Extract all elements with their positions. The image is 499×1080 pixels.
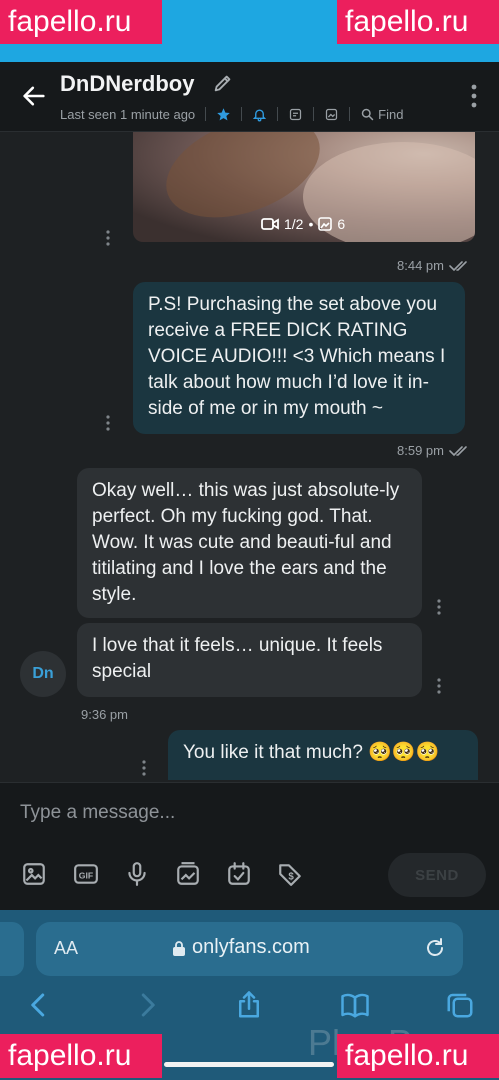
send-button[interactable]: SEND: [388, 853, 486, 897]
reload-icon[interactable]: [423, 936, 447, 960]
photo-count: 6: [337, 216, 346, 232]
message-options-icon[interactable]: [437, 599, 441, 615]
previous-tab-peek[interactable]: [0, 922, 24, 976]
gallery-icon[interactable]: [324, 107, 339, 122]
message-input[interactable]: [20, 799, 460, 827]
watermark-top-right: fapello.ru: [337, 0, 499, 44]
schedule-calendar-icon[interactable]: [226, 861, 252, 887]
outgoing-message-bubble[interactable]: P.S! Purchasing the set above you receiv…: [133, 282, 465, 434]
divider: [241, 107, 243, 121]
message-options-icon[interactable]: [106, 415, 110, 431]
message-options-icon[interactable]: [106, 230, 110, 246]
star-icon[interactable]: [216, 107, 231, 122]
watermark-top-left: fapello.ru: [0, 0, 162, 44]
message-text: P.S! Purchasing the set above you receiv…: [148, 294, 446, 419]
find-label: Find: [378, 106, 404, 122]
search-icon: [361, 108, 374, 120]
chat-header: DnDNerdboy Last seen 1 minute ago Find: [0, 62, 499, 132]
double-check-icon: [449, 445, 467, 456]
avatar[interactable]: Dn: [20, 651, 66, 697]
divider: [349, 107, 351, 121]
image-upload-icon[interactable]: [21, 861, 47, 887]
double-check-icon: [449, 260, 467, 271]
message-text: You like it that much? 🥺🥺🥺: [183, 742, 440, 763]
more-menu-icon[interactable]: [471, 84, 477, 108]
edit-pencil-icon[interactable]: [212, 72, 234, 94]
text-size-label: AA: [54, 938, 79, 958]
time-label: 8:59 pm: [397, 443, 444, 458]
divider: [277, 107, 279, 121]
forward-nav-icon[interactable]: [132, 990, 162, 1020]
message-time: 9:36 pm: [81, 707, 128, 722]
video-camera-icon: [261, 218, 279, 230]
address-bar[interactable]: AA onlyfans.com: [36, 922, 463, 976]
time-label: 8:44 pm: [397, 258, 444, 273]
gif-icon[interactable]: GIF: [73, 861, 99, 887]
note-icon[interactable]: [288, 107, 303, 122]
svg-text:$: $: [288, 871, 294, 882]
divider: [205, 107, 207, 121]
find-button[interactable]: Find: [360, 107, 403, 122]
vault-icon[interactable]: [175, 861, 201, 887]
outgoing-message-bubble[interactable]: You like it that much? 🥺🥺🥺: [168, 730, 478, 780]
message-options-icon[interactable]: [437, 678, 441, 694]
back-arrow-icon[interactable]: [20, 82, 48, 110]
header-subrow: Last seen 1 minute ago Find: [60, 105, 403, 123]
divider: [313, 107, 315, 121]
incoming-message-bubble[interactable]: I love that it feels… unique. It feels s…: [77, 623, 422, 697]
media-count-badge: 1/2 • 6: [261, 216, 345, 232]
message-text: Okay well… this was just absolute-ly per…: [92, 480, 400, 605]
media-preview[interactable]: 1/2 • 6: [133, 132, 475, 242]
share-icon[interactable]: [234, 990, 264, 1020]
svg-text:GIF: GIF: [79, 870, 93, 880]
time-label: 9:36 pm: [81, 707, 128, 722]
message-time: 8:59 pm: [397, 443, 471, 458]
tabs-icon[interactable]: [445, 990, 475, 1020]
message-list[interactable]: 1/2 • 6 8:44 pm P.S! Purchasing the set …: [0, 132, 499, 782]
message-time: 8:44 pm: [397, 258, 471, 273]
image-icon: [318, 217, 333, 231]
price-tag-icon[interactable]: $: [277, 861, 303, 887]
home-indicator[interactable]: [164, 1062, 334, 1067]
video-count: 1/2: [284, 216, 304, 232]
last-seen-text: Last seen 1 minute ago: [60, 106, 196, 122]
url-text: onlyfans.com: [192, 936, 310, 958]
message-composer: GIF $ SEND: [0, 782, 499, 910]
message-text: I love that it feels… unique. It feels s…: [92, 635, 383, 682]
watermark-bottom-right: fapello.ru: [337, 1034, 499, 1078]
message-options-icon[interactable]: [142, 760, 146, 776]
incoming-message-bubble[interactable]: Okay well… this was just absolute-ly per…: [77, 468, 422, 618]
contact-name[interactable]: DnDNerdboy: [60, 71, 194, 97]
bookmarks-icon[interactable]: [340, 990, 370, 1020]
back-nav-icon[interactable]: [24, 990, 54, 1020]
lock-icon: [173, 940, 185, 956]
watermark-bottom-left: fapello.ru: [0, 1034, 162, 1078]
reader-text-size-button[interactable]: AA: [54, 938, 78, 959]
bell-icon[interactable]: [252, 107, 267, 122]
dot-separator: •: [308, 216, 314, 232]
url-display[interactable]: onlyfans.com: [172, 936, 310, 959]
microphone-icon[interactable]: [124, 861, 150, 887]
screen: fapello.ru fapello.ru DnDNerdboy Last se…: [0, 0, 499, 1080]
